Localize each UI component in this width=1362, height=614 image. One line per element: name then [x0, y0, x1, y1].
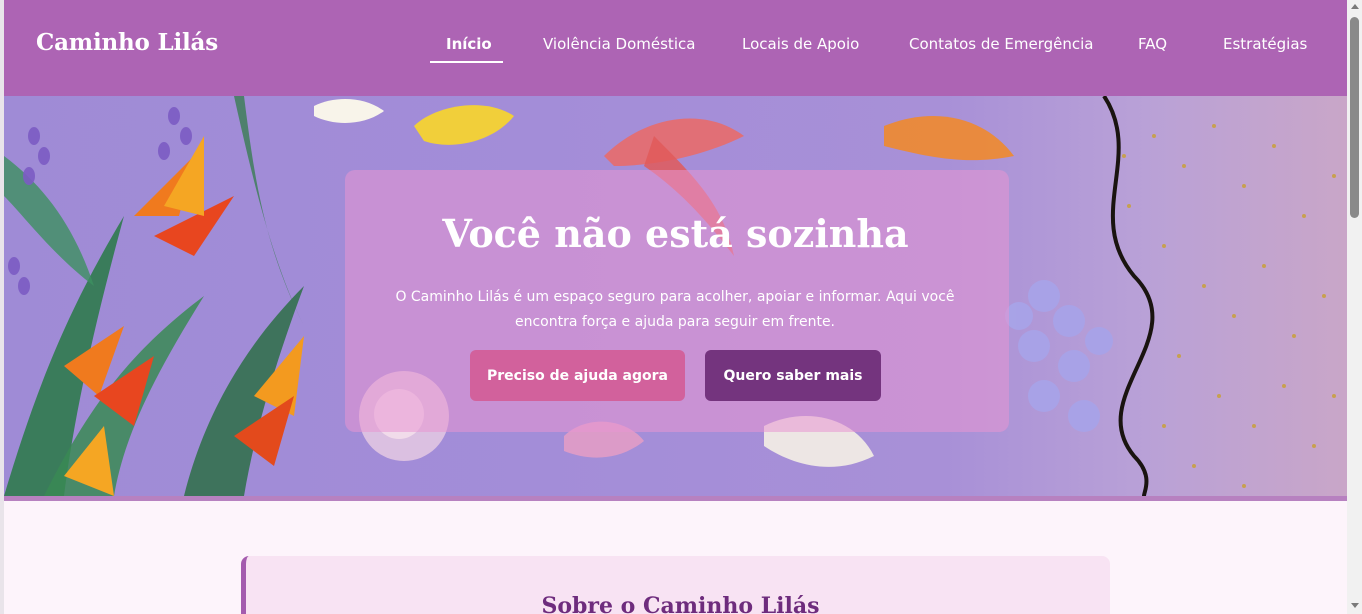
nav-violencia-domestica[interactable]: Violência Doméstica — [543, 35, 695, 53]
scrollbar-thumb[interactable] — [1350, 17, 1359, 218]
site-logo[interactable]: Caminho Lilás — [36, 29, 218, 56]
page: Caminho Lilás Início Violência Doméstica… — [0, 0, 1362, 614]
hero-bottom-border — [4, 496, 1347, 501]
learn-more-button[interactable]: Quero saber mais — [705, 350, 881, 401]
active-nav-indicator — [430, 61, 503, 63]
about-section: Sobre o Caminho Lilás — [241, 556, 1110, 614]
site-header: Caminho Lilás Início Violência Doméstica… — [4, 0, 1347, 96]
nav-locais-de-apoio[interactable]: Locais de Apoio — [742, 35, 859, 53]
scroll-down-arrow-icon[interactable] — [1351, 603, 1359, 608]
about-title: Sobre o Caminho Lilás — [541, 593, 820, 614]
hero-title: Você não está sozinha — [442, 211, 909, 256]
nav-estrategias[interactable]: Estratégias — [1223, 35, 1307, 53]
need-help-now-button[interactable]: Preciso de ajuda agora — [470, 350, 685, 401]
hero-section: Você não está sozinha O Caminho Lilás é … — [4, 96, 1347, 496]
nav-inicio[interactable]: Início — [446, 35, 492, 53]
nav-contatos-de-emergencia[interactable]: Contatos de Emergência — [909, 35, 1093, 53]
nav-faq[interactable]: FAQ — [1138, 35, 1167, 53]
scroll-up-arrow-icon[interactable] — [1351, 4, 1359, 9]
hero-description: O Caminho Lilás é um espaço seguro para … — [395, 289, 955, 330]
